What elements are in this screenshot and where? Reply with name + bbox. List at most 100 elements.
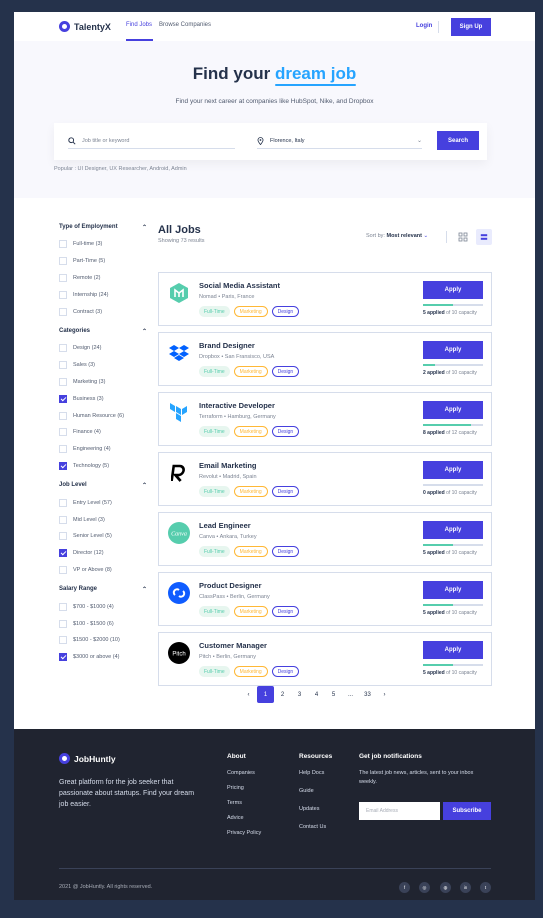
chevron-up-icon[interactable]: ⌃ [142,328,147,335]
page-button[interactable]: 2 [274,686,291,703]
page-button[interactable]: 33 [359,686,376,703]
checkbox[interactable] [59,377,67,386]
checkbox[interactable] [59,344,67,353]
checkbox[interactable] [59,532,67,541]
checkbox[interactable] [59,619,67,628]
filter-option[interactable]: Internship (24) [59,286,147,303]
brand-logo[interactable]: TalentyX [59,21,111,32]
job-card[interactable]: Pitch Customer Manager Pitch • Berlin, Ger… [158,632,492,686]
filter-option[interactable]: Engineering (4) [59,441,147,458]
job-title[interactable]: Customer Manager [199,641,267,650]
filter-option[interactable]: VP or Above (8) [59,562,147,579]
filter-option[interactable]: Remote (2) [59,270,147,287]
checkbox[interactable] [59,565,67,574]
chevron-up-icon[interactable]: ⌃ [142,482,147,489]
checkbox[interactable] [59,273,67,282]
filter-group-title[interactable]: Type of Employment ⌃ [59,224,147,236]
job-card[interactable]: Brand Designer Dropbox • San Fransisco, U… [158,332,492,386]
checkbox[interactable] [59,411,67,420]
job-title[interactable]: Email Marketing [199,461,257,470]
checkbox[interactable] [59,602,67,611]
chevron-right-icon[interactable]: › [376,686,393,703]
job-card[interactable]: Email Marketing Revolut • Madrid, Spain Fu… [158,452,492,506]
filter-option[interactable]: Full-time (3) [59,236,147,253]
apply-button[interactable]: Apply [423,401,483,419]
checkbox[interactable] [59,461,67,470]
apply-button[interactable]: Apply [423,521,483,539]
page-button[interactable]: 1 [257,686,274,703]
filter-option[interactable]: $100 - $1500 (6) [59,615,147,632]
job-card[interactable]: Social Media Assistant Nomad • Paris, Fra… [158,272,492,326]
apply-button[interactable]: Apply [423,641,483,659]
job-title[interactable]: Product Designer [199,581,262,590]
filter-option[interactable]: Director (12) [59,545,147,562]
signup-button[interactable]: Sign Up [451,18,491,36]
footer-brand[interactable]: JobHuntly [59,753,116,764]
filter-option[interactable]: Senior Level (5) [59,528,147,545]
checkbox[interactable] [59,653,67,662]
apply-button[interactable]: Apply [423,581,483,599]
filter-option[interactable]: Sales (3) [59,357,147,374]
checkbox[interactable] [59,498,67,507]
filter-option[interactable]: Marketing (3) [59,374,147,391]
twitter-icon[interactable]: t [480,882,491,893]
filter-option[interactable]: Finance (4) [59,424,147,441]
chevron-up-icon[interactable]: ⌃ [142,586,147,593]
job-card[interactable]: Canva Lead Engineer Canva • Ankara, Turkey… [158,512,492,566]
filter-option[interactable]: Business (3) [59,390,147,407]
footer-link-privacy[interactable]: Privacy Policy [227,830,261,836]
filter-group-title[interactable]: Job Level ⌃ [59,482,147,494]
footer-link-advice[interactable]: Advice [227,815,244,821]
search-input[interactable]: Job title or keyword [68,133,235,149]
footer-link-contact[interactable]: Contact Us [299,824,326,830]
job-card[interactable]: Interactive Developer Terraform • Hamburg… [158,392,492,446]
chevron-left-icon[interactable]: ‹ [240,686,257,703]
footer-link-terms[interactable]: Terms [227,800,242,806]
search-button[interactable]: Search [437,131,479,150]
dribbble-icon[interactable]: ◍ [440,882,451,893]
subscribe-button[interactable]: Subscribe [443,802,491,820]
facebook-icon[interactable]: f [399,882,410,893]
page-button[interactable]: 5 [325,686,342,703]
filter-option[interactable]: $1500 - $2000 (10) [59,632,147,649]
instagram-icon[interactable]: ◎ [419,882,430,893]
filter-option[interactable]: Entry Level (57) [59,494,147,511]
checkbox[interactable] [59,445,67,454]
footer-link-pricing[interactable]: Pricing [227,785,244,791]
apply-button[interactable]: Apply [423,281,483,299]
filter-option[interactable]: $700 - $1000 (4) [59,598,147,615]
checkbox[interactable] [59,636,67,645]
sort-dropdown[interactable]: Sort by: Most relevant ⌄ [366,233,428,239]
checkbox[interactable] [59,515,67,524]
apply-button[interactable]: Apply [423,461,483,479]
filter-option[interactable]: $3000 or above (4) [59,649,147,666]
job-title[interactable]: Interactive Developer [199,401,275,410]
checkbox[interactable] [59,257,67,266]
checkbox[interactable] [59,290,67,299]
location-select[interactable]: Florence, Italy ⌄ [257,133,422,149]
job-title[interactable]: Lead Engineer [199,521,251,530]
filter-group-title[interactable]: Categories ⌃ [59,328,147,340]
footer-link-updates[interactable]: Updates [299,806,320,812]
filter-group-title[interactable]: Salary Range ⌃ [59,586,147,598]
filter-option[interactable]: Mid Level (3) [59,511,147,528]
checkbox[interactable] [59,240,67,249]
list-view-button[interactable] [476,229,492,245]
checkbox[interactable] [59,428,67,437]
checkbox[interactable] [59,394,67,403]
grid-view-icon[interactable] [458,232,468,242]
footer-link-help-docs[interactable]: Help Docs [299,770,324,776]
chevron-up-icon[interactable]: ⌃ [142,224,147,231]
checkbox[interactable] [59,361,67,370]
page-button[interactable]: 3 [291,686,308,703]
job-title[interactable]: Social Media Assistant [199,281,280,290]
nav-find-jobs[interactable]: Find Jobs [126,22,152,28]
login-button[interactable]: Login [416,23,432,29]
nav-browse-companies[interactable]: Browse Companies [159,22,211,28]
filter-option[interactable]: Human Resource (6) [59,407,147,424]
footer-link-guide[interactable]: Guide [299,788,314,794]
job-card[interactable]: Product Designer ClassPass • Berlin, Germ… [158,572,492,626]
page-button[interactable]: 4 [308,686,325,703]
apply-button[interactable]: Apply [423,341,483,359]
job-title[interactable]: Brand Designer [199,341,255,350]
